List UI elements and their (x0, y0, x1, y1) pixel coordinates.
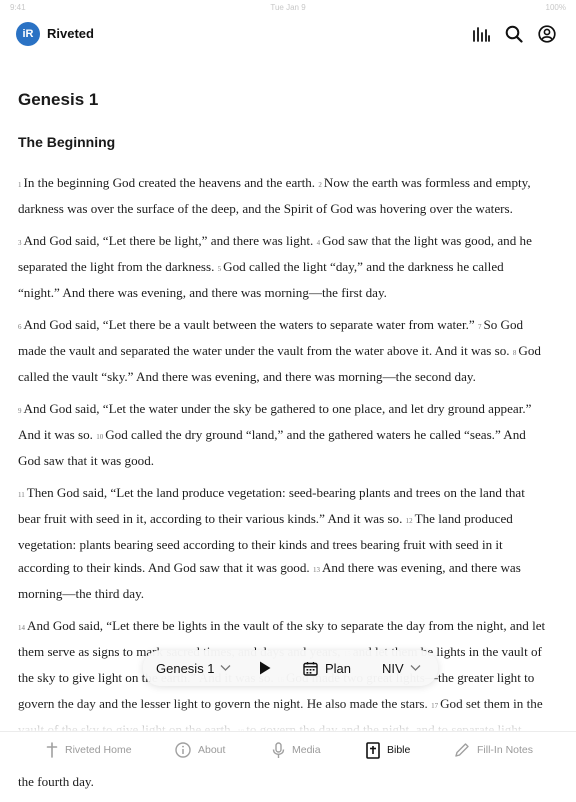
play-button[interactable] (259, 650, 271, 686)
passage-paragraph: 1 In the beginning God created the heaven… (18, 171, 548, 220)
verse-number[interactable]: 11 (18, 491, 25, 499)
verse-number[interactable]: 7 (478, 323, 482, 331)
verse-number[interactable]: 5 (218, 265, 222, 273)
verse-number[interactable]: 2 (318, 181, 322, 189)
status-date: Tue Jan 9 (270, 3, 306, 12)
pencil-icon (454, 742, 470, 758)
plan-label: Plan (325, 660, 352, 676)
content-fade (0, 705, 576, 733)
verse-number[interactable]: 13 (313, 566, 320, 574)
play-icon (259, 661, 271, 675)
status-bar: 9:41 Tue Jan 9 100% (0, 0, 576, 14)
info-icon (175, 742, 191, 758)
passage-text: 1 In the beginning God created the heaven… (18, 171, 548, 793)
verse-number[interactable]: 6 (18, 323, 22, 331)
tab-fill-in-notes[interactable]: Fill-In Notes (454, 732, 533, 768)
chapter-selector[interactable]: Genesis 1 (156, 650, 231, 686)
tab-label: Riveted Home (65, 744, 132, 756)
section-title: The Beginning (18, 134, 116, 150)
account-icon[interactable] (538, 25, 556, 43)
verse-number[interactable]: 12 (406, 517, 413, 525)
chapter-selector-label: Genesis 1 (156, 660, 215, 676)
verse-text[interactable]: In the beginning God created the heavens… (24, 175, 319, 190)
microphone-icon (272, 741, 285, 759)
tab-riveted-home[interactable]: Riveted Home (46, 732, 132, 768)
app-name: Riveted (47, 26, 94, 41)
tab-about[interactable]: About (175, 732, 225, 768)
verse-number[interactable]: 3 (18, 239, 22, 247)
tab-label: Bible (387, 744, 411, 756)
bottom-tab-bar: Riveted Home About Media Bible Fill-In N… (0, 731, 576, 768)
passage-paragraph: 11 Then God said, “Let the land produce v… (18, 481, 548, 605)
verse-number[interactable]: 1 (18, 181, 22, 189)
version-label: NIV (382, 660, 404, 676)
tab-label: Fill-In Notes (477, 744, 534, 756)
tab-label: Media (292, 744, 321, 756)
tab-media[interactable]: Media (272, 732, 321, 768)
app-logo[interactable]: iR (16, 22, 40, 46)
cross-icon (46, 742, 58, 758)
tab-label: About (198, 744, 226, 756)
passage-paragraph: 6 And God said, “Let there be a vault bet… (18, 313, 548, 388)
verse-number[interactable]: 9 (18, 407, 22, 415)
plan-button[interactable]: Plan (303, 650, 351, 686)
verse-number[interactable]: 4 (317, 239, 321, 247)
passage-paragraph: 9 And God said, “Let the water under the … (18, 397, 548, 472)
audio-bars-icon[interactable] (472, 25, 490, 43)
verse-number[interactable]: 14 (18, 624, 25, 632)
tab-bible[interactable]: Bible (366, 732, 410, 768)
chapter-title: Genesis 1 (18, 90, 99, 109)
bible-reader: Genesis 1 The Beginning 1 In the beginnin… (18, 86, 548, 802)
search-icon[interactable] (505, 25, 523, 43)
chevron-down-icon (220, 664, 231, 672)
reading-control-bar: Genesis 1 Plan NIV (143, 650, 438, 686)
version-selector[interactable]: NIV (382, 650, 421, 686)
app-header: iR Riveted (0, 18, 576, 50)
verse-text[interactable]: And God said, “Let there be a vault betw… (24, 317, 478, 332)
passage-paragraph: 3 And God said, “Let there be light,” and… (18, 229, 548, 304)
verse-number[interactable]: 8 (513, 349, 517, 357)
bible-icon (366, 741, 380, 759)
verse-number[interactable]: 10 (96, 433, 103, 441)
calendar-icon (303, 661, 318, 676)
chevron-down-icon (410, 664, 421, 672)
status-battery: 100% (545, 3, 566, 12)
verse-text[interactable]: And God said, “Let there be light,” and … (24, 233, 317, 248)
